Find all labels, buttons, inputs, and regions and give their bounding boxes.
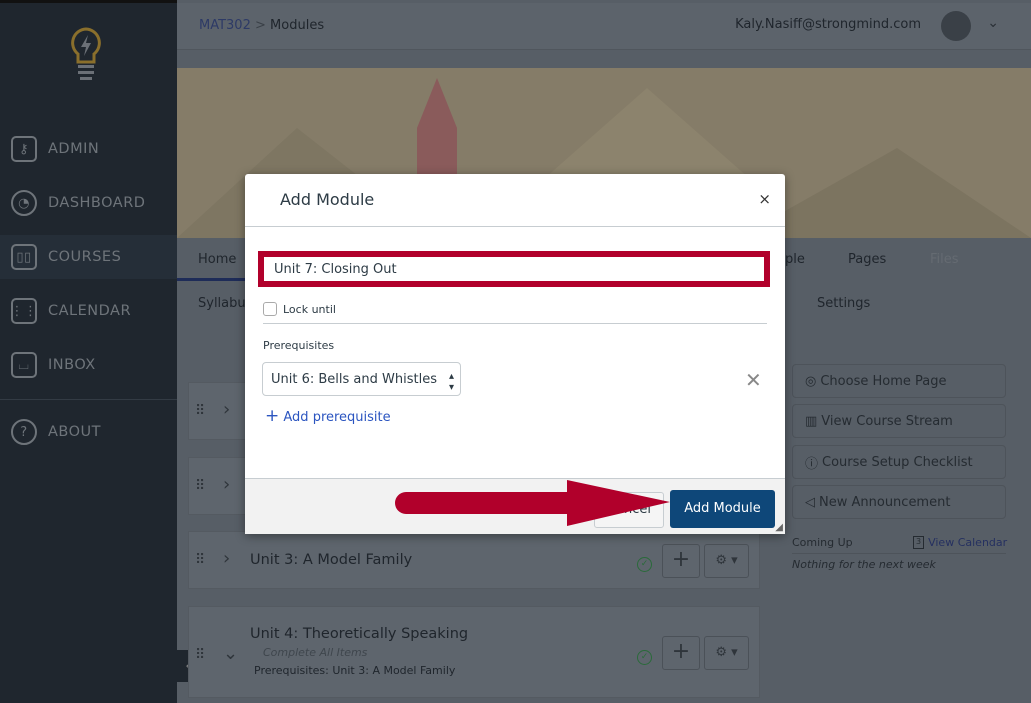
drag-handle-icon[interactable]: ⠿ <box>195 647 205 663</box>
settings-gear-button[interactable]: ⚙ ▾ <box>704 544 749 578</box>
close-icon[interactable]: × <box>758 190 771 208</box>
tab-people[interactable]: ple <box>785 252 805 267</box>
calendar-icon: ⋮⋮ <box>11 298 37 324</box>
megaphone-icon: ◁ <box>805 494 815 510</box>
resize-handle-icon[interactable]: ◢ <box>775 522 783 533</box>
module-name-input[interactable]: Unit 7: Closing Out <box>258 251 770 287</box>
stream-chart-icon: ▥ <box>805 413 818 429</box>
drag-handle-icon[interactable]: ⠿ <box>195 403 205 419</box>
tab-syllabus[interactable]: Syllabu <box>198 296 246 311</box>
drag-handle-icon[interactable]: ⠿ <box>195 552 205 568</box>
select-arrows-icon: ▴ ▾ <box>448 371 454 393</box>
checkbox[interactable] <box>263 302 277 316</box>
annotation-arrow-icon <box>395 480 670 526</box>
drag-handle-icon[interactable]: ⠿ <box>195 478 205 494</box>
breadcrumb-current: Modules <box>270 18 325 33</box>
question-icon: ⓘ <box>805 456 819 472</box>
speedometer-icon: ◔ <box>11 190 37 216</box>
tab-settings[interactable]: Settings <box>817 296 870 311</box>
chevron-right-icon[interactable]: › <box>223 399 230 420</box>
module-title[interactable]: Unit 4: Theoretically Speaking <box>250 626 468 642</box>
top-header: MAT302 > Modules Kaly.Nasiff@strongmind.… <box>177 3 1031 50</box>
prerequisite-select[interactable]: Unit 6: Bells and Whistles ▴ ▾ <box>262 362 461 396</box>
remove-prerequisite-icon[interactable]: ✕ <box>745 368 762 392</box>
choose-home-page-button[interactable]: ◎ Choose Home Page <box>792 364 1006 398</box>
coming-up-heading: Coming Up <box>792 536 853 549</box>
chevron-right-icon[interactable]: › <box>223 548 230 569</box>
inbox-icon: ⌴ <box>11 352 37 378</box>
tab-pages[interactable]: Pages <box>848 252 886 267</box>
prerequisites-label: Prerequisites <box>263 339 335 352</box>
sidebar-item-dashboard[interactable]: ◔ DASHBOARD <box>0 181 177 225</box>
sidebar: ⚷ ADMIN ◔ DASHBOARD ▯▯ COURSES ⋮⋮ CALENDAR ⌴… <box>0 0 177 703</box>
avatar[interactable] <box>941 11 971 41</box>
chevron-down-icon[interactable]: ⌄ <box>223 643 238 664</box>
sidebar-item-courses[interactable]: ▯▯ COURSES <box>0 235 177 279</box>
chevron-down-icon[interactable]: ⌄ <box>987 15 999 31</box>
book-icon: ▯▯ <box>11 244 37 270</box>
calendar-icon: 3 <box>913 536 925 549</box>
add-module-button[interactable]: Add Module <box>670 490 775 528</box>
add-item-button[interactable]: + <box>662 544 700 578</box>
published-check-icon[interactable]: ✓ <box>637 650 652 665</box>
sidebar-item-about[interactable]: ? ABOUT <box>0 410 177 454</box>
active-tab-indicator <box>177 278 245 281</box>
dialog-header: Add Module × <box>245 174 785 227</box>
module-row[interactable]: ⠿ ⌄ Unit 4: Theoretically Speaking Comple… <box>188 606 760 698</box>
plus-icon: + <box>265 406 280 426</box>
sidebar-divider <box>0 399 177 400</box>
divider <box>263 323 767 324</box>
shield-key-icon: ⚷ <box>11 136 37 162</box>
sidebar-item-inbox[interactable]: ⌴ INBOX <box>0 343 177 387</box>
tab-files[interactable]: Files <box>930 252 959 267</box>
course-setup-checklist-button[interactable]: ⓘ Course Setup Checklist <box>792 445 1006 479</box>
question-icon: ? <box>11 419 37 445</box>
sidebar-item-admin[interactable]: ⚷ ADMIN <box>0 127 177 171</box>
module-requirement: Complete All Items <box>263 646 368 659</box>
view-course-stream-button[interactable]: ▥ View Course Stream <box>792 404 1006 438</box>
module-title[interactable]: Unit 3: A Model Family <box>250 552 412 568</box>
user-email: Kaly.Nasiff@strongmind.com <box>735 17 921 32</box>
target-icon: ◎ <box>805 373 817 389</box>
new-announcement-button[interactable]: ◁ New Announcement <box>792 485 1006 519</box>
sidebar-item-calendar[interactable]: ⋮⋮ CALENDAR <box>0 289 177 333</box>
lightbulb-logo-icon <box>71 27 101 80</box>
add-item-button[interactable]: + <box>662 636 700 670</box>
breadcrumb: MAT302 > Modules <box>199 18 325 33</box>
view-calendar-link[interactable]: 3 View Calendar <box>913 536 1007 549</box>
lock-until-checkbox[interactable]: Lock until <box>263 302 336 316</box>
divider <box>792 553 1006 554</box>
module-prerequisites: Prerequisites: Unit 3: A Model Family <box>254 664 456 677</box>
published-check-icon[interactable]: ✓ <box>637 557 652 572</box>
breadcrumb-course-link[interactable]: MAT302 <box>199 18 251 33</box>
tab-home[interactable]: Home <box>198 252 236 267</box>
settings-gear-button[interactable]: ⚙ ▾ <box>704 636 749 670</box>
coming-up-empty: Nothing for the next week <box>792 558 936 571</box>
chevron-right-icon[interactable]: › <box>223 474 230 495</box>
dialog-title: Add Module <box>280 190 375 209</box>
add-prerequisite-link[interactable]: + Add prerequisite <box>265 406 391 426</box>
